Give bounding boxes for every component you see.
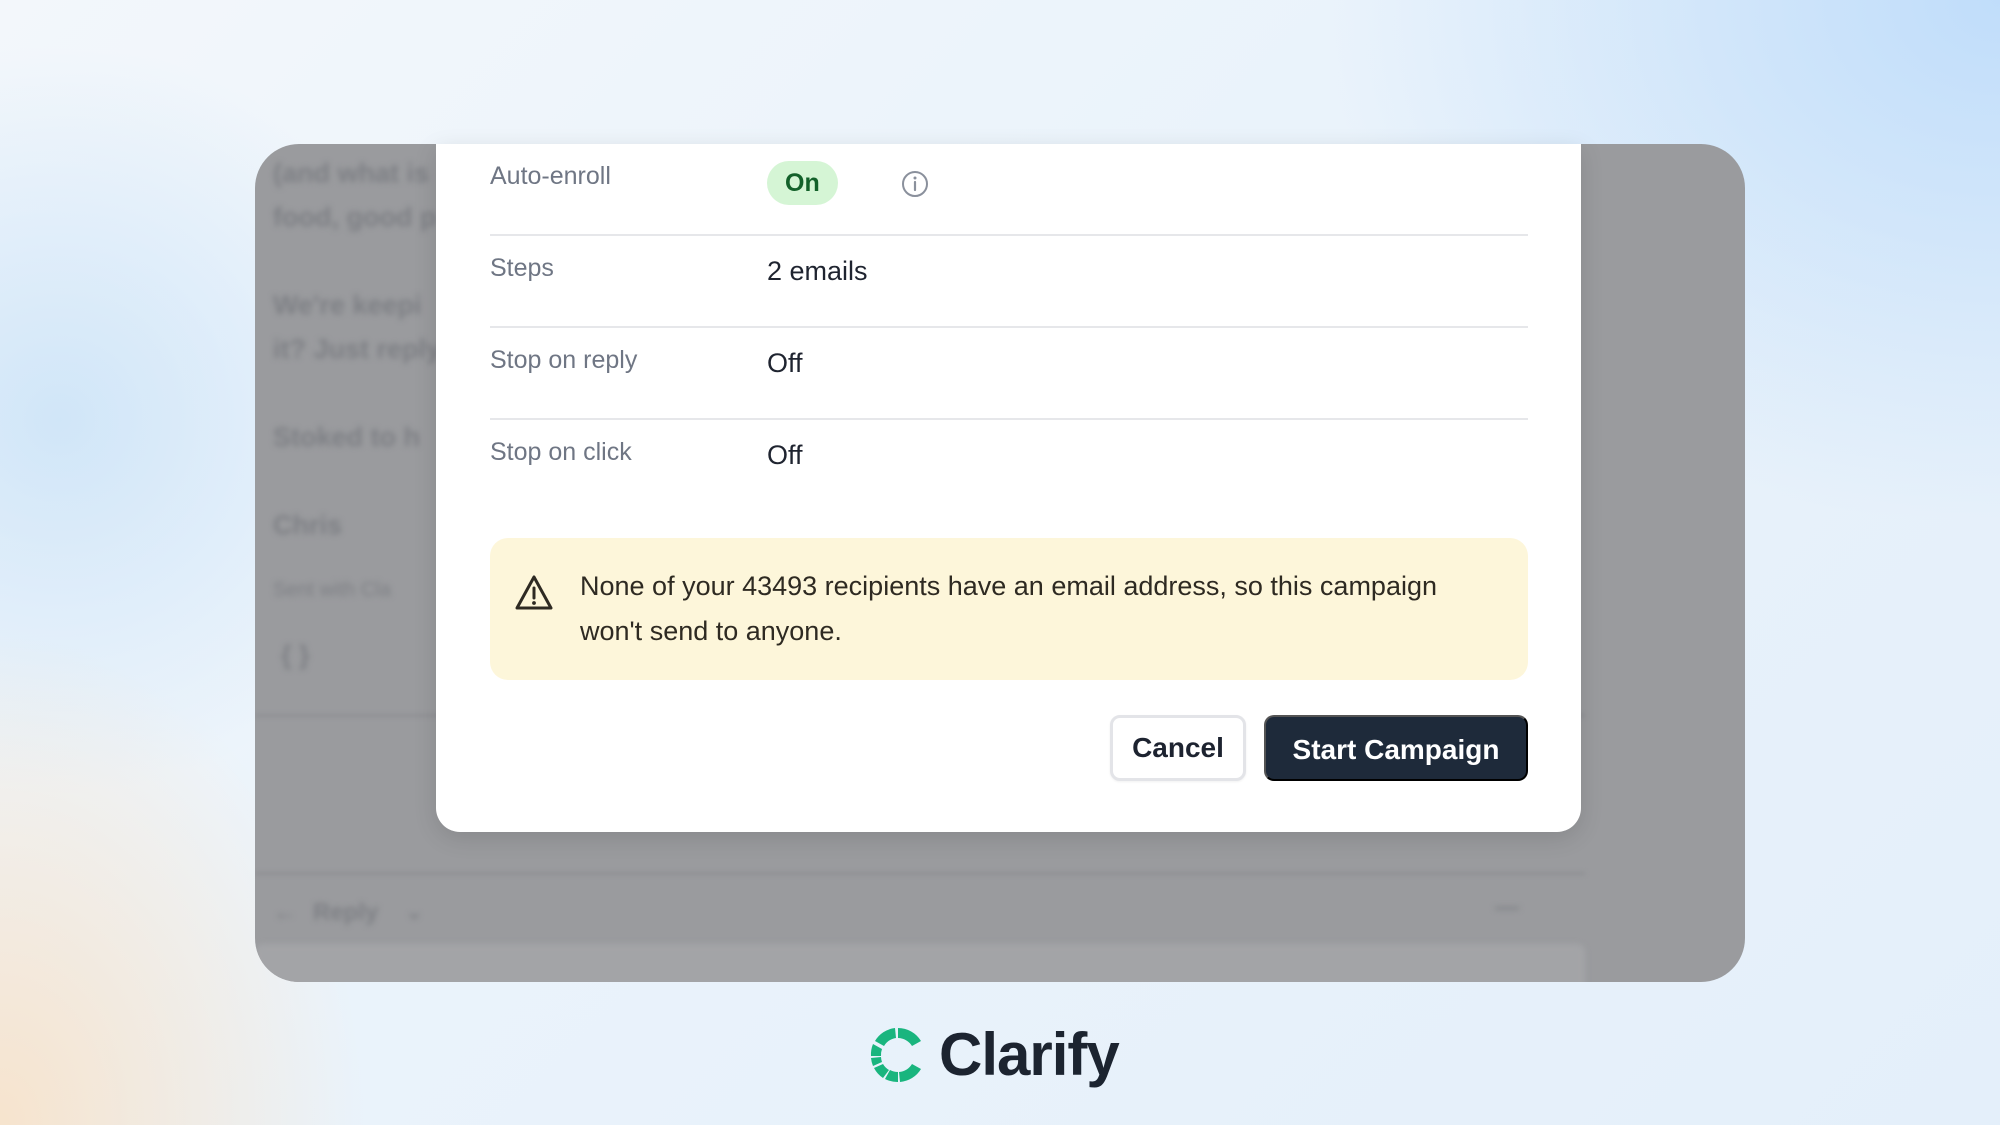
settings-row-stop-on-click: Stop on click Off [490, 420, 1528, 512]
settings-row-steps: Steps 2 emails [490, 236, 1528, 328]
bg-email-text: it? Just reply [273, 334, 442, 364]
bg-reply-arrow-icon: ← [273, 899, 297, 926]
settings-row-auto-enroll: Auto-enroll On [490, 144, 1528, 236]
bg-more-icon: — [1495, 894, 1519, 921]
start-campaign-modal: Auto-enroll On Steps 2 emails Stop on re… [436, 144, 1581, 832]
bg-signature: Chris [273, 510, 343, 540]
stop-on-reply-value: Off [767, 348, 803, 378]
stop-on-click-value: Off [767, 440, 803, 470]
bg-email-text: food, good p [273, 202, 437, 232]
auto-enroll-status-badge: On [767, 161, 838, 205]
clarify-logo-icon [870, 1028, 921, 1083]
bg-code-icon: { } [281, 640, 310, 670]
clarify-wordmark: Clarify [939, 1021, 1120, 1088]
steps-label: Steps [490, 254, 554, 282]
bg-email-text: (and what is [273, 158, 430, 188]
stop-on-reply-label: Stop on reply [490, 346, 638, 374]
cancel-button[interactable]: Cancel [1110, 715, 1246, 781]
info-icon[interactable] [900, 169, 930, 199]
warning-message: None of your 43493 recipients have an em… [580, 571, 1437, 646]
bg-reply-label: Reply [313, 899, 379, 926]
auto-enroll-label: Auto-enroll [490, 162, 611, 190]
no-email-warning-banner: None of your 43493 recipients have an em… [490, 538, 1528, 680]
warning-icon [515, 575, 553, 610]
bg-email-text: Stoked to h [273, 422, 420, 452]
steps-value: 2 emails [767, 256, 868, 286]
stop-on-click-label: Stop on click [490, 438, 632, 466]
bg-sent-with: Sent with Cla [273, 579, 391, 601]
settings-row-stop-on-reply: Stop on reply Off [490, 328, 1528, 420]
bg-email-text: We're keepi [273, 290, 422, 320]
bg-chevron-down-icon: ⌄ [405, 899, 424, 924]
bg-compose-area [255, 944, 1585, 982]
start-campaign-button[interactable]: Start Campaign [1264, 715, 1528, 781]
bg-divider [255, 872, 1585, 875]
